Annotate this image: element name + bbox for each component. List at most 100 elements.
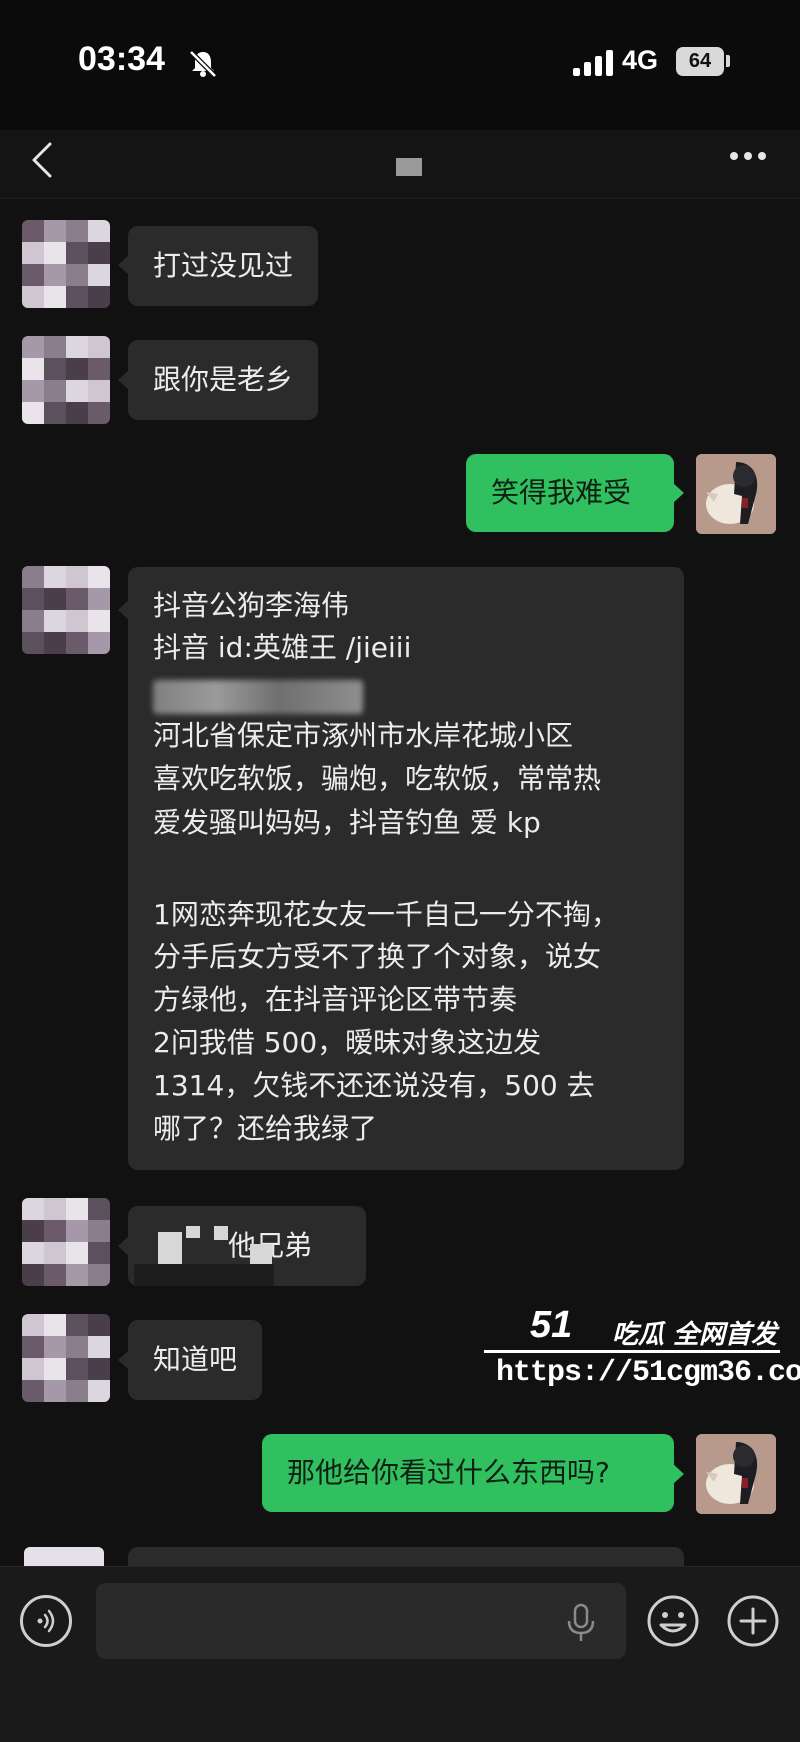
- mosaic-cell: [88, 632, 110, 654]
- watermark-rule: [484, 1350, 780, 1353]
- message-line: 爱发骚叫妈妈，抖音钓鱼 爱 kp: [153, 806, 541, 839]
- mosaic-cell: [22, 566, 44, 588]
- mosaic-cell: [88, 1198, 110, 1220]
- mosaic-cell: [22, 1380, 44, 1402]
- redacted-smudge: [186, 1226, 200, 1238]
- mic-icon[interactable]: [565, 1603, 597, 1643]
- mosaic-cell: [66, 242, 88, 264]
- emoji-icon[interactable]: [645, 1593, 701, 1649]
- voice-glyph: [37, 1609, 55, 1633]
- mosaic-cell: [44, 358, 66, 380]
- mosaic-cell: [88, 588, 110, 610]
- mosaic-cell: [88, 1358, 110, 1380]
- mosaic-cell: [88, 1264, 110, 1286]
- avatar-picture: [696, 454, 776, 534]
- avatar[interactable]: [22, 1198, 110, 1286]
- avatar[interactable]: [22, 1314, 110, 1402]
- network-type: 4G: [622, 45, 659, 75]
- chat-title: [396, 158, 422, 176]
- mosaic-cell: [44, 1380, 66, 1402]
- mosaic-cell: [44, 1314, 66, 1336]
- voice-icon[interactable]: [20, 1595, 72, 1647]
- mosaic-cell: [88, 1242, 110, 1264]
- mosaic-cell: [44, 380, 66, 402]
- mosaic-cell: [66, 402, 88, 424]
- mosaic-cell: [22, 380, 44, 402]
- mosaic-cell: [44, 610, 66, 632]
- watermark-logo: 51: [530, 1304, 573, 1346]
- message-bubble[interactable]: [128, 1547, 684, 1566]
- avatar[interactable]: [24, 1547, 104, 1566]
- message-bubble[interactable]: 知道吧: [128, 1320, 263, 1400]
- mosaic-cell: [88, 610, 110, 632]
- my-avatar[interactable]: [696, 454, 776, 534]
- redacted-smudge: [214, 1226, 228, 1240]
- avatar-mosaic: [22, 1314, 110, 1402]
- mosaic-cell: [44, 1336, 66, 1358]
- my-avatar[interactable]: [696, 1434, 776, 1514]
- mosaic-cell: [66, 588, 88, 610]
- mosaic-cell: [22, 1358, 44, 1380]
- mosaic-cell: [22, 1220, 44, 1242]
- avatar[interactable]: [22, 566, 110, 654]
- mosaic-cell: [88, 566, 110, 588]
- battery-tip: [726, 55, 730, 67]
- mosaic-cell: [44, 1358, 66, 1380]
- mosaic-cell: [88, 380, 110, 402]
- more-icon[interactable]: [728, 150, 768, 162]
- message-bubble[interactable]: 那他给你看过什么东西吗?: [262, 1434, 674, 1512]
- redacted-smudge: [250, 1244, 272, 1266]
- mosaic-cell: [22, 1264, 44, 1286]
- mosaic-cell: [22, 286, 44, 308]
- avatar-mosaic: [22, 336, 110, 424]
- message-input[interactable]: [96, 1583, 626, 1659]
- mosaic-cell: [22, 1198, 44, 1220]
- mosaic-cell: [22, 242, 44, 264]
- mosaic-cell: [88, 286, 110, 308]
- mosaic-cell: [66, 632, 88, 654]
- mosaic-cell: [66, 1336, 88, 1358]
- avatar[interactable]: [22, 336, 110, 424]
- message-line: 喜欢吃软饭，骗炮，吃软饭，常常热: [153, 762, 602, 795]
- message-bubble[interactable]: 跟你是老乡: [128, 340, 319, 420]
- mosaic-cell: [88, 220, 110, 242]
- message-line: 1网恋奔现花女友一千自己一分不掏，: [153, 898, 619, 931]
- mosaic-cell: [66, 220, 88, 242]
- message-line: 2问我借 500，暧昧对象这边发: [153, 1026, 542, 1059]
- plus-icon[interactable]: [725, 1593, 781, 1649]
- message-line: 方绿他，在抖音评论区带节奏: [153, 983, 518, 1016]
- signal-icon: [573, 50, 613, 76]
- battery-indicator: 64: [676, 47, 724, 76]
- mosaic-cell: [88, 358, 110, 380]
- message-line: 分手后女方受不了换了个对象，说女: [153, 940, 602, 973]
- message-line: 河北省保定市涿州市水岸花城小区: [153, 719, 574, 752]
- mosaic-cell: [88, 242, 110, 264]
- message-bubble[interactable]: 笑得我难受: [466, 454, 674, 532]
- message-line: 抖音 id:英雄王 /jieiii: [153, 631, 412, 664]
- avatar-picture: [696, 1434, 776, 1514]
- bubble-tail: [673, 483, 684, 503]
- mosaic-cell: [44, 566, 66, 588]
- mosaic-cell: [66, 336, 88, 358]
- mosaic-cell: [88, 1220, 110, 1242]
- mosaic-cell: [22, 632, 44, 654]
- mosaic-cell: [22, 1242, 44, 1264]
- chevron-left-icon[interactable]: [30, 140, 54, 180]
- message-line: 抖音公狗李海伟: [153, 589, 350, 622]
- mosaic-cell: [22, 336, 44, 358]
- mosaic-cell: [66, 380, 88, 402]
- mosaic-cell: [44, 1198, 66, 1220]
- mosaic-cell: [88, 336, 110, 358]
- mosaic-cell: [44, 1220, 66, 1242]
- redacted-smudge: [158, 1232, 182, 1264]
- status-time: 03:34: [78, 40, 165, 78]
- mosaic-cell: [66, 610, 88, 632]
- mosaic-cell: [66, 1314, 88, 1336]
- mosaic-cell: [66, 1264, 88, 1286]
- mosaic-cell: [88, 1380, 110, 1402]
- avatar[interactable]: [22, 220, 110, 308]
- redacted-text: [153, 680, 363, 714]
- message-bubble[interactable]: 打过没见过: [128, 226, 319, 306]
- avatar-mosaic: [22, 1198, 110, 1286]
- mosaic-cell: [66, 1242, 88, 1264]
